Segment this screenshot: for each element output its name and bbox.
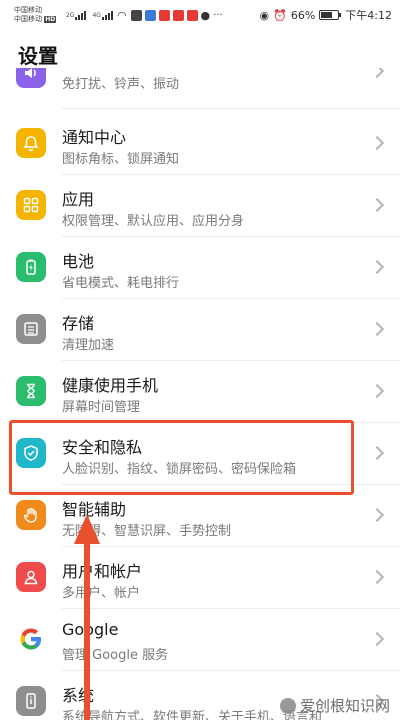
bell-icon [16,128,46,158]
settings-item-apps[interactable]: 应用 权限管理、默认应用、应用分身 [0,174,400,236]
hd-badge: HD [44,16,57,23]
chevron-right-icon [369,259,385,275]
network-type-2: 4G [92,11,101,19]
settings-item-notification-center[interactable]: 通知中心 图标角标、锁屏通知 [0,112,400,174]
hand-icon [16,500,46,530]
shield-icon [16,438,46,468]
settings-item-title: 用户和帐户 [62,562,143,581]
settings-item-title: 健康使用手机 [62,376,159,395]
settings-item-subtitle: 屏幕时间管理 [62,400,141,415]
settings-item-subtitle: 图标角标、锁屏通知 [62,152,180,167]
settings-item-title: 存储 [62,314,95,333]
clock: 下午4:12 [345,9,392,22]
battery-percent: 66% [290,8,316,22]
qq-icon: ● [200,8,211,22]
hourglass-icon [16,376,46,406]
watermark-logo-icon [279,697,296,714]
eye-comfort-icon: ◉ [259,8,270,22]
settings-item-title: 电池 [62,252,95,271]
settings-item-title: 应用 [62,190,95,209]
settings-item-subtitle: 免打扰、铃声、振动 [62,77,180,92]
settings-screen: 中国移动 中国移动 HD 2G 4G ◠ ● ··· ◉ ⏰ 66% 下午4:1… [0,0,400,720]
chevron-right-icon [369,507,385,523]
page-title: 设置 [18,44,58,68]
app-notification-icon [144,9,156,21]
app-notification-icon [130,9,142,21]
settings-item-title: 通知中心 [62,128,127,147]
settings-item-users-accounts[interactable]: 用户和帐户 多用户、帐户 [0,546,400,608]
person-icon [16,562,46,592]
signal-icon [101,10,114,20]
settings-item-title: 安全和隐私 [62,438,143,457]
network-type-1: 2G [66,11,75,19]
alarm-icon: ⏰ [273,8,287,22]
settings-item-security-privacy[interactable]: 安全和隐私 人脸识别、指纹、锁屏密码、密码保险箱 [0,422,400,484]
settings-list[interactable]: 免打扰、铃声、振动 通知中心 图标角标、锁屏通知 应用 权限管理、默认应用、应用… [0,68,400,720]
chevron-right-icon [369,569,385,585]
carrier-info: 中国移动 中国移动 HD [14,6,64,24]
settings-item-sound[interactable]: 免打扰、铃声、振动 [0,68,400,106]
app-notification-icon [158,9,170,21]
settings-item-google[interactable]: Google 管理 Google 服务 [0,608,400,670]
wifi-icon: ◠ [116,8,127,22]
phone-info-icon [16,686,46,716]
chevron-right-icon [369,135,385,151]
settings-item-battery[interactable]: 电池 省电模式、耗电排行 [0,236,400,298]
google-g-icon [16,624,46,654]
status-right: ◉ ⏰ 66% 下午4:12 [260,7,392,23]
settings-item-subtitle: 人脸识别、指纹、锁屏密码、密码保险箱 [62,462,297,477]
battery-icon [319,10,342,20]
storage-icon [16,314,46,344]
status-bar: 中国移动 中国移动 HD 2G 4G ◠ ● ··· ◉ ⏰ 66% 下午4:1… [0,0,400,30]
chevron-right-icon [369,197,385,213]
signal-icon [75,10,87,20]
settings-item-digital-balance[interactable]: 健康使用手机 屏幕时间管理 [0,360,400,422]
grid-icon [16,190,46,220]
settings-item-subtitle: 管理 Google 服务 [62,648,169,663]
app-notification-icon [172,9,184,21]
app-notification-icon [186,9,198,21]
settings-item-subtitle: 权限管理、默认应用、应用分身 [62,214,245,229]
watermark-text: 爱创根知识网 [299,697,390,715]
chevron-right-icon [369,631,385,647]
settings-item-subtitle: 省电模式、耗电排行 [62,276,180,291]
divider [62,108,400,109]
settings-item-smart-assistance[interactable]: 智能辅助 无障碍、智慧识屏、手势控制 [0,484,400,546]
settings-item-title: Google [62,620,119,639]
carrier-1-label: 中国移动 [14,6,42,14]
chevron-right-icon [369,383,385,399]
carrier-2-label: 中国移动 HD [14,15,57,23]
settings-item-storage[interactable]: 存储 清理加速 [0,298,400,360]
watermark: 爱创根知识网 [279,695,390,716]
settings-item-subtitle: 多用户、帐户 [62,586,141,601]
arrow-annotation-shaft [84,540,90,720]
chevron-right-icon [369,445,385,461]
battery-icon [16,252,46,282]
chevron-right-icon [369,321,385,337]
chevron-right-icon [369,68,385,79]
settings-item-subtitle: 清理加速 [62,338,115,353]
speaker-icon [16,68,46,88]
more-icon: ··· [213,9,223,21]
